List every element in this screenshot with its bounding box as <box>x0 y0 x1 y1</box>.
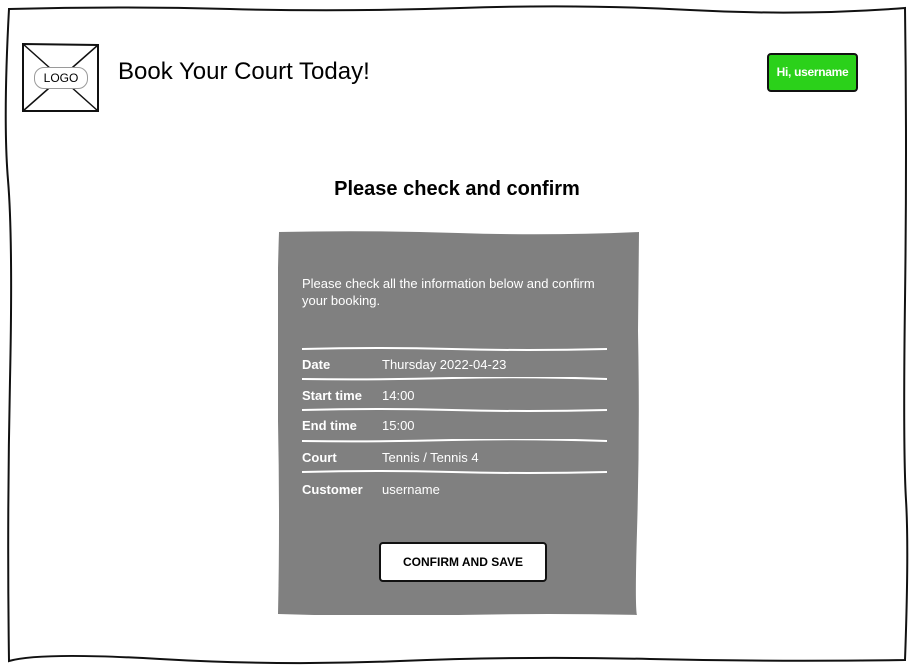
detail-row-date: Date Thursday 2022-04-23 <box>302 355 607 375</box>
detail-label: Customer <box>302 482 363 497</box>
detail-label: Court <box>302 450 337 465</box>
detail-label: Start time <box>302 388 362 403</box>
detail-value: 15:00 <box>382 418 415 433</box>
user-menu-button[interactable]: Hi, username <box>767 53 858 92</box>
detail-label: End time <box>302 418 357 433</box>
row-divider <box>302 439 607 443</box>
row-divider <box>302 408 607 412</box>
detail-value: 14:00 <box>382 388 415 403</box>
app-title: Book Your Court Today! <box>118 58 370 85</box>
detail-row-start-time: Start time 14:00 <box>302 386 607 406</box>
detail-row-court: Court Tennis / Tennis 4 <box>302 448 607 468</box>
detail-value: Tennis / Tennis 4 <box>382 450 479 465</box>
page-heading: Please check and confirm <box>334 178 580 200</box>
detail-label: Date <box>302 357 331 372</box>
row-divider <box>302 347 607 351</box>
confirm-and-save-button[interactable]: CONFIRM AND SAVE <box>379 542 547 582</box>
logo-label: LOGO <box>34 67 88 89</box>
detail-value: Thursday 2022-04-23 <box>382 357 507 372</box>
detail-value: username <box>382 482 440 497</box>
detail-row-end-time: End time 15:00 <box>302 416 607 436</box>
detail-row-customer: Customer username <box>302 480 607 500</box>
row-divider <box>302 377 607 381</box>
booking-summary-panel: Please check all the information below a… <box>278 231 639 615</box>
logo[interactable]: LOGO <box>22 43 99 112</box>
panel-intro-text: Please check all the information below a… <box>302 276 595 308</box>
row-divider <box>302 470 607 474</box>
